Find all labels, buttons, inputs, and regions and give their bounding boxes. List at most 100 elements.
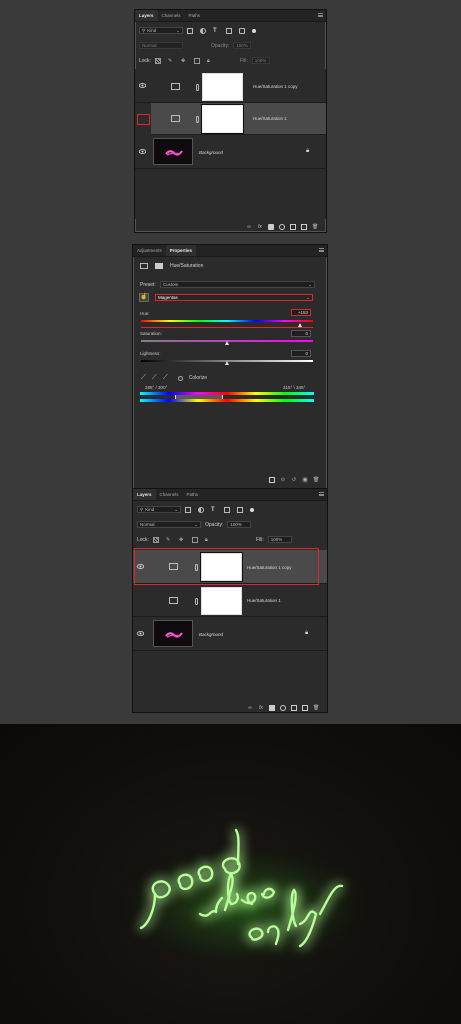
filter-kind-dropdown[interactable]: ⚲ Kind ⌄ [137, 506, 181, 513]
filter-pixel-icon[interactable] [185, 506, 191, 513]
tab-channels[interactable]: Channels [158, 10, 185, 21]
blend-mode-dropdown[interactable]: Normal [139, 42, 183, 49]
background-thumbnail[interactable] [153, 620, 193, 647]
filter-smartobject-icon[interactable] [237, 506, 243, 513]
filter-toggle-icon[interactable] [250, 507, 254, 512]
new-layer-icon[interactable] [301, 224, 307, 230]
fx-icon[interactable]: fx [258, 705, 264, 711]
layer-row-hue-sat-copy[interactable]: Hue/Saturation 1 copy [135, 71, 326, 103]
eye-visibility-slot-highlight[interactable] [137, 114, 150, 125]
opacity-field[interactable]: 100% [233, 42, 252, 49]
preset-value: Custom [162, 282, 179, 287]
tab-properties[interactable]: Properties [165, 245, 197, 256]
opacity-field[interactable]: 100% [227, 521, 252, 528]
layer-name[interactable]: Hue/Saturation 1 copy [253, 84, 298, 89]
lock-brush-icon[interactable]: ✎ [166, 537, 172, 543]
layer-mask-thumbnail[interactable] [202, 73, 243, 101]
link-layers-icon[interactable]: ∞ [246, 224, 252, 230]
lock-brush-icon[interactable]: ✎ [168, 58, 174, 64]
reset-icon[interactable]: ↺ [291, 477, 297, 483]
colorize-checkbox[interactable] [177, 375, 183, 381]
tab-paths[interactable]: Paths [183, 489, 203, 500]
filter-type-icon[interactable]: T [213, 28, 219, 34]
layer-row-background[interactable]: Background 🔒︎ [135, 135, 326, 169]
lock-move-icon[interactable]: ✥ [179, 537, 185, 543]
filter-toggle-icon[interactable] [252, 28, 256, 33]
new-adjustment-icon[interactable] [280, 705, 286, 711]
panel-menu-icon[interactable] [318, 13, 323, 17]
targeted-adjustment-hand-icon[interactable]: ☝ [139, 293, 149, 302]
view-previous-icon[interactable]: ⊙ [280, 477, 286, 483]
trash-icon[interactable]: 🗑︎ [312, 224, 318, 230]
tab-layers[interactable]: Layers [135, 10, 158, 21]
lock-all-icon[interactable]: 🔒︎ [207, 58, 213, 64]
clip-to-layer-icon[interactable] [269, 477, 275, 483]
new-group-icon[interactable] [291, 705, 297, 711]
blend-mode-dropdown[interactable]: Normal ⌄ [137, 521, 201, 528]
filter-pixel-icon[interactable] [187, 27, 193, 34]
saturation-slider-thumb[interactable] [224, 341, 229, 345]
tab-channels[interactable]: Channels [156, 489, 183, 500]
fx-icon[interactable]: fx [257, 224, 263, 230]
layer-mask-thumbnail[interactable] [202, 105, 243, 133]
layer-name[interactable]: Hue/Saturation 1 [253, 116, 287, 121]
filter-shape-icon[interactable] [224, 506, 230, 513]
hue-slider-track[interactable] [141, 320, 313, 322]
panel-menu-icon[interactable] [319, 248, 324, 252]
lock-transparent-icon[interactable] [152, 536, 159, 543]
saturation-label: Saturation: [140, 331, 162, 336]
fill-field[interactable]: 100% [251, 57, 270, 64]
eyedropper-minus-icon[interactable]: ⟋ [163, 374, 168, 382]
lightness-value-field[interactable]: 0 [291, 350, 311, 357]
fill-field[interactable]: 100% [267, 536, 292, 543]
fill-label: Fill: [239, 57, 248, 64]
filter-kind-dropdown[interactable]: ⚲ Kind ⌄ [139, 27, 183, 34]
trash-icon[interactable]: 🗑︎ [313, 477, 319, 483]
new-group-icon[interactable] [290, 224, 296, 230]
filter-type-icon[interactable]: T [211, 507, 217, 513]
eye-icon[interactable] [136, 631, 145, 636]
lock-artboard-icon[interactable] [193, 57, 200, 64]
lock-transparent-icon[interactable] [154, 57, 161, 64]
filter-smartobject-icon[interactable] [239, 27, 245, 34]
eyedropper-plus-icon[interactable]: ⟋ [152, 374, 157, 382]
filter-adjustment-icon[interactable] [200, 27, 206, 34]
layer-name[interactable]: Hue/Saturation 1 [247, 598, 281, 603]
eyedropper-icon[interactable]: ⟋ [141, 374, 146, 382]
add-mask-icon[interactable] [268, 224, 274, 230]
tab-layers[interactable]: Layers [133, 489, 156, 500]
layer-mask-thumbnail[interactable] [201, 587, 242, 615]
layer-row-hue-sat[interactable]: Hue/Saturation 1 [151, 103, 326, 135]
layer-row-background[interactable]: Background 🔒︎ [133, 617, 327, 651]
lock-all-icon[interactable]: 🔒︎ [205, 537, 211, 543]
channel-dropdown[interactable]: Magentas ⌄ [155, 294, 313, 301]
opacity-label: Opacity: [211, 42, 230, 49]
new-adjustment-icon[interactable] [279, 224, 285, 230]
link-layers-icon[interactable]: ∞ [247, 705, 253, 711]
hue-value: +153 [297, 310, 308, 315]
panel-menu-icon[interactable] [319, 492, 324, 496]
layer-name[interactable]: Background [199, 632, 223, 637]
new-layer-icon[interactable] [302, 705, 308, 711]
eye-icon[interactable] [138, 83, 147, 88]
range-left-label: 285° / 300° [145, 385, 168, 390]
filter-adjustment-icon[interactable] [198, 506, 204, 513]
tab-paths[interactable]: Paths [185, 10, 205, 21]
preset-dropdown[interactable]: Custom ⌄ [159, 281, 315, 288]
lock-move-icon[interactable]: ✥ [181, 58, 187, 64]
tab-adjustments[interactable]: Adjustments [133, 245, 166, 256]
layer-name[interactable]: Background [199, 150, 223, 155]
trash-icon[interactable]: 🗑︎ [313, 705, 319, 711]
add-mask-icon[interactable] [269, 705, 275, 711]
hue-value-field[interactable]: +153 [291, 309, 311, 316]
background-thumbnail[interactable] [153, 138, 193, 165]
eye-icon[interactable] [138, 149, 147, 154]
lock-artboard-icon[interactable] [191, 536, 198, 543]
saturation-value-field[interactable]: 0 [291, 330, 311, 337]
layer-row-hue-sat[interactable]: Hue/Saturation 1 [133, 585, 327, 617]
filter-shape-icon[interactable] [226, 27, 232, 34]
adjustment-layer-icon [171, 83, 180, 90]
mask-icon[interactable] [155, 263, 163, 269]
lightness-slider-thumb[interactable] [224, 361, 229, 365]
visibility-eye-icon[interactable]: ◉ [302, 477, 308, 483]
